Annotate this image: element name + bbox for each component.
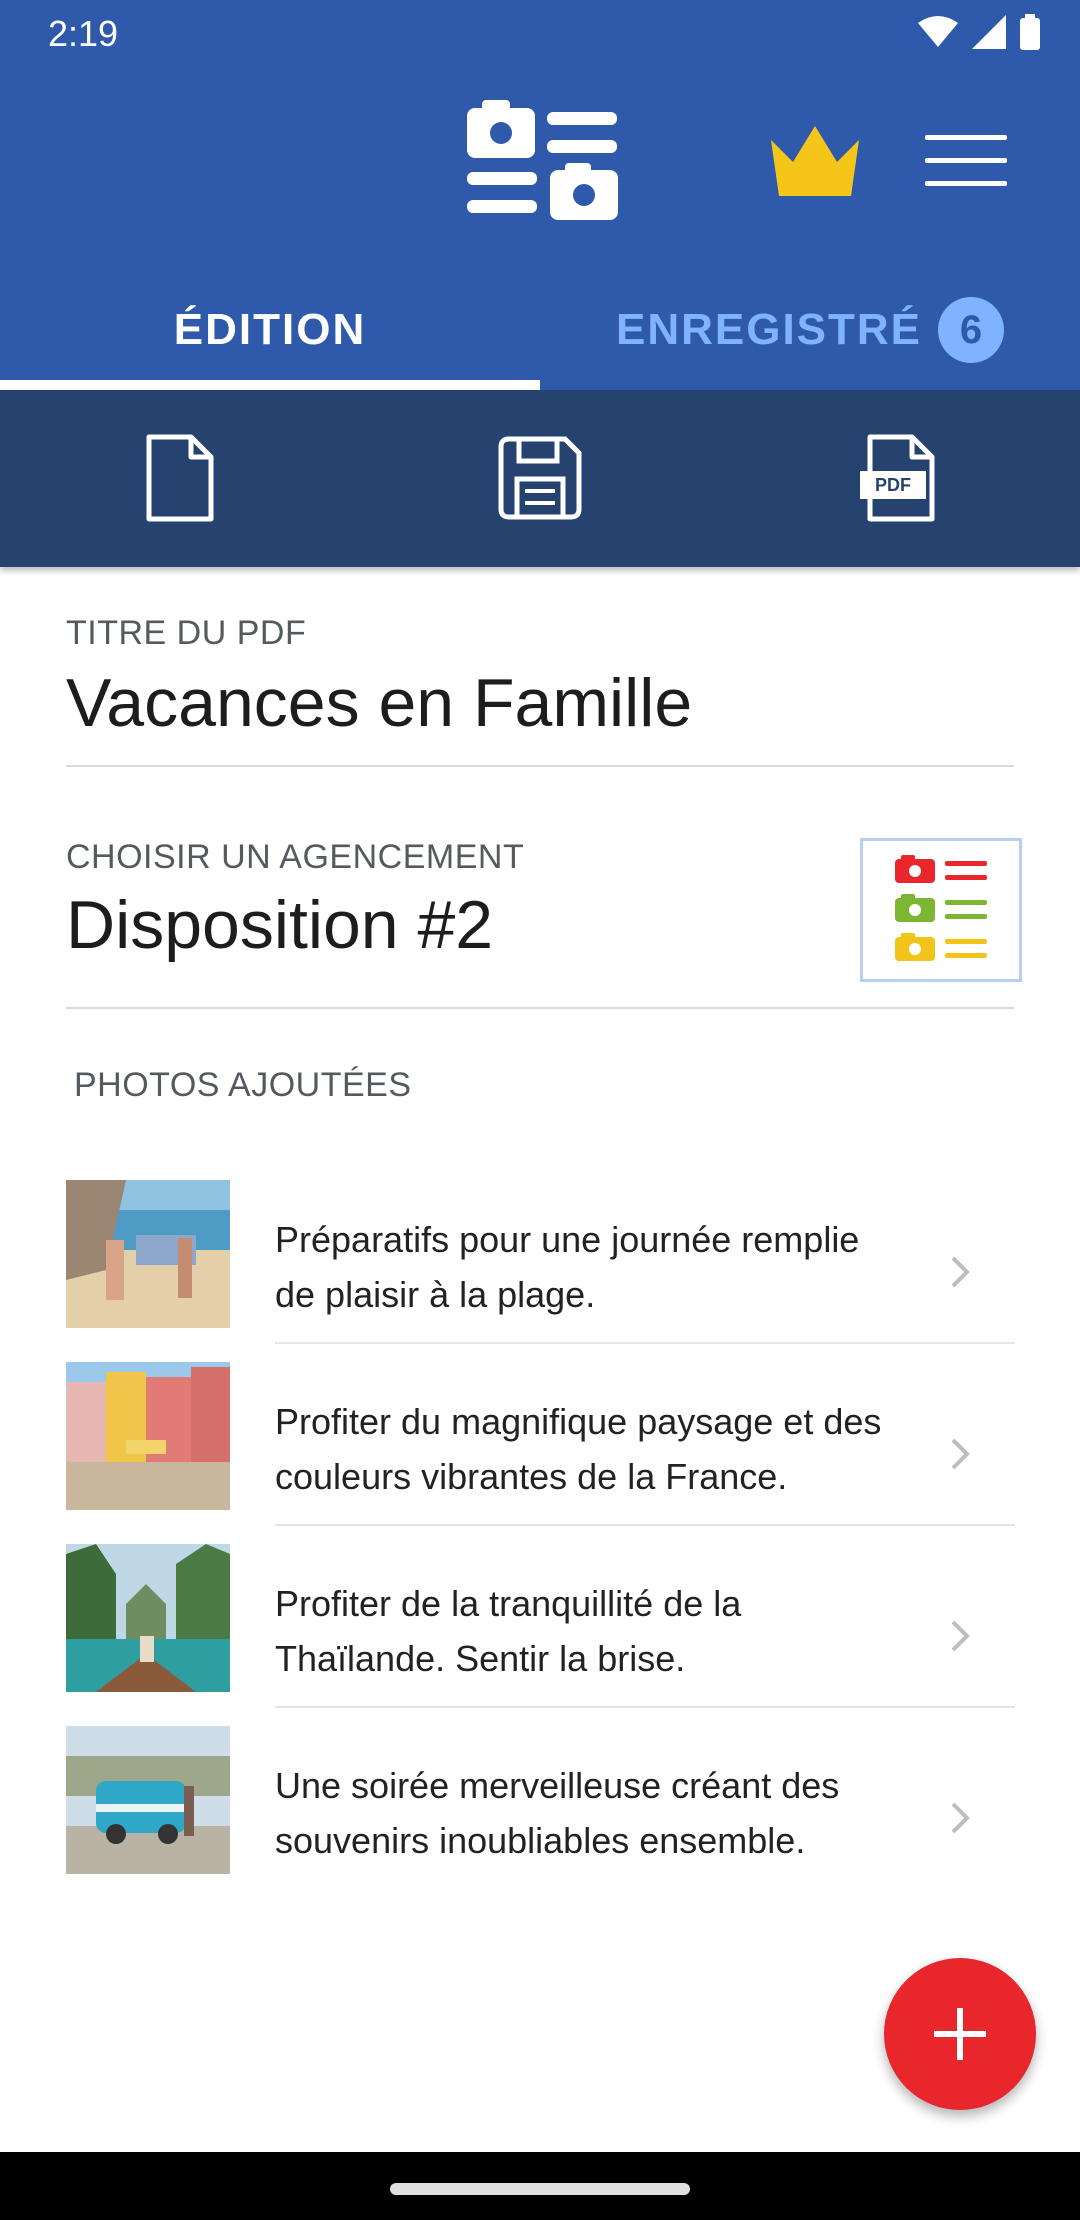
chevron-right-icon bbox=[951, 1802, 970, 1834]
status-time: 2:19 bbox=[48, 13, 119, 54]
add-photo-button[interactable] bbox=[884, 1958, 1036, 2110]
photo-caption-line: Thaïlande. Sentir la brise. bbox=[275, 1638, 686, 1679]
layout-divider bbox=[66, 1007, 1014, 1009]
photo-thumbnail-beach bbox=[66, 1180, 230, 1328]
save-icon bbox=[498, 436, 582, 520]
pdf-title-input[interactable]: Vacances en Famille bbox=[66, 664, 692, 742]
app-logo-icon bbox=[467, 100, 618, 220]
tab-edition-label: ÉDITION bbox=[173, 305, 367, 354]
export-pdf-button[interactable]: PDF bbox=[850, 428, 950, 528]
chevron-right-icon bbox=[951, 1438, 970, 1470]
photo-caption: Préparatifs pour une journée remplie de … bbox=[275, 1212, 895, 1322]
row-divider bbox=[275, 1342, 1015, 1344]
photo-caption: Profiter du magnifique paysage et des co… bbox=[275, 1394, 895, 1504]
plus-icon bbox=[934, 2008, 986, 2060]
pdf-icon: PDF bbox=[860, 434, 935, 522]
photo-caption-line: de plaisir à la plage. bbox=[275, 1274, 596, 1315]
new-document-button[interactable] bbox=[130, 428, 230, 528]
saved-count-badge: 6 bbox=[938, 297, 1005, 363]
photo-thumbnail-thailand bbox=[66, 1544, 230, 1692]
photo-list-item[interactable]: Une soirée merveilleuse créant des souve… bbox=[0, 1716, 1080, 1886]
photo-caption-line: Une soirée merveilleuse créant des bbox=[275, 1765, 840, 1806]
photo-caption: Une soirée merveilleuse créant des souve… bbox=[275, 1758, 895, 1868]
wifi-icon bbox=[918, 16, 958, 47]
pdf-title-divider bbox=[66, 765, 1014, 767]
photo-caption: Profiter de la tranquillité de la Thaïla… bbox=[275, 1576, 895, 1686]
tab-enregistre-label: ENREGISTRÉ bbox=[615, 305, 923, 354]
photo-list-item[interactable]: Profiter de la tranquillité de la Thaïla… bbox=[0, 1534, 1080, 1708]
pdf-icon-text: PDF bbox=[875, 475, 911, 495]
save-button[interactable] bbox=[490, 428, 590, 528]
layout-preview-icon bbox=[895, 855, 987, 961]
photo-caption-line: Préparatifs pour une journée remplie bbox=[275, 1219, 860, 1260]
photo-caption-line: couleurs vibrantes de la France. bbox=[275, 1456, 788, 1497]
photo-list-item[interactable]: Profiter du magnifique paysage et des co… bbox=[0, 1352, 1080, 1526]
new-page-icon bbox=[146, 434, 214, 522]
chevron-right-icon bbox=[951, 1620, 970, 1652]
tab-edition[interactable]: ÉDITION bbox=[0, 270, 540, 390]
pdf-title-label: TITRE DU PDF bbox=[66, 614, 307, 652]
layout-label: CHOISIR UN AGENCEMENT bbox=[66, 838, 525, 876]
layout-value[interactable]: Disposition #2 bbox=[66, 886, 493, 964]
home-gesture-pill[interactable] bbox=[390, 2183, 690, 2195]
active-tab-indicator bbox=[0, 380, 540, 390]
tab-enregistre[interactable]: ENREGISTRÉ 6 bbox=[540, 270, 1080, 390]
row-divider bbox=[275, 1706, 1015, 1708]
menu-icon[interactable] bbox=[925, 133, 1010, 188]
photo-caption-line: Profiter du magnifique paysage et des bbox=[275, 1401, 882, 1442]
premium-crown-icon[interactable] bbox=[765, 120, 865, 200]
photo-caption-line: Profiter de la tranquillité de la bbox=[275, 1583, 742, 1624]
photo-thumbnail-van bbox=[66, 1726, 230, 1874]
status-icons bbox=[918, 14, 1040, 50]
battery-icon bbox=[1020, 14, 1040, 50]
photo-list-item[interactable]: Préparatifs pour une journée remplie de … bbox=[0, 1170, 1080, 1344]
photo-thumbnail-france bbox=[66, 1362, 230, 1510]
signal-icon bbox=[972, 15, 1006, 49]
row-divider bbox=[275, 1524, 1015, 1526]
layout-preview-button[interactable] bbox=[860, 838, 1022, 982]
chevron-right-icon bbox=[951, 1256, 970, 1288]
photo-caption-line: souvenirs inoubliables ensemble. bbox=[275, 1820, 806, 1861]
photos-section-label: PHOTOS AJOUTÉES bbox=[74, 1066, 412, 1104]
